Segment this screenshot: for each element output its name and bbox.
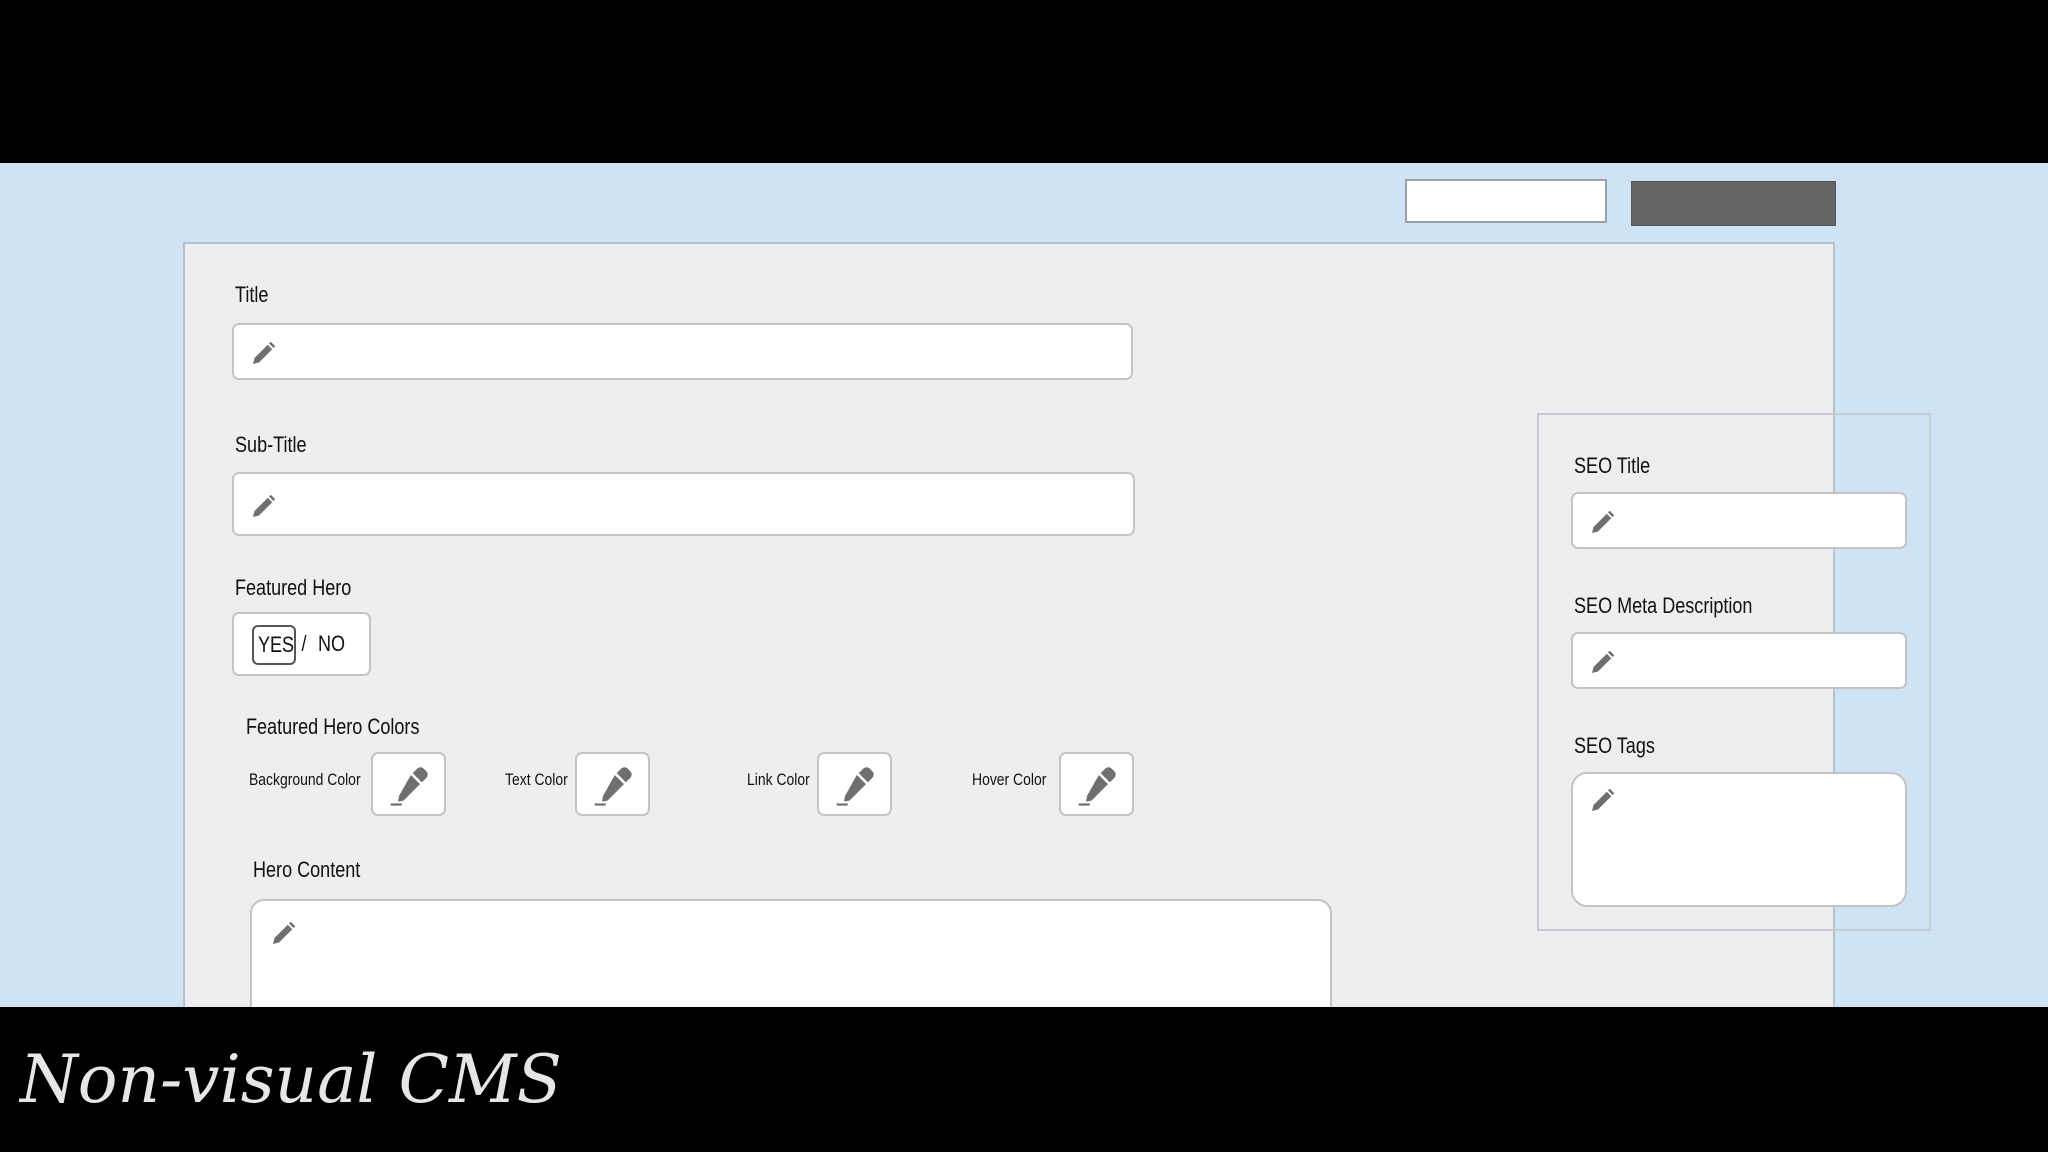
pencil-icon bbox=[1592, 788, 1615, 811]
pencil-icon bbox=[1592, 650, 1615, 673]
hero-content-label: Hero Content bbox=[253, 857, 361, 882]
subtitle-input[interactable] bbox=[232, 472, 1135, 536]
hover-color-label: Hover Color bbox=[972, 770, 1047, 789]
featured-hero-colors-label: Featured Hero Colors bbox=[246, 714, 420, 739]
seo-tags-label: SEO Tags bbox=[1574, 733, 1655, 758]
top-letterbox bbox=[0, 0, 2048, 163]
eyedropper-icon bbox=[836, 767, 874, 806]
hero-content-textarea[interactable] bbox=[250, 899, 1332, 1007]
title-label: Title bbox=[235, 282, 269, 307]
header-action-button[interactable] bbox=[1631, 181, 1836, 226]
pencil-icon bbox=[253, 341, 276, 364]
eyedropper-icon bbox=[390, 767, 428, 806]
pencil-icon bbox=[253, 494, 276, 517]
background-color-label: Background Color bbox=[249, 770, 361, 789]
edit-form-panel: Title Sub-Title Featured Hero YES / NO F… bbox=[183, 242, 1931, 1007]
seo-title-input[interactable] bbox=[1571, 492, 1907, 549]
eyedropper-icon bbox=[594, 767, 632, 806]
header-search-input[interactable] bbox=[1405, 179, 1607, 223]
pencil-icon bbox=[273, 921, 296, 944]
toggle-separator: / bbox=[301, 631, 307, 656]
toggle-no-option[interactable]: NO bbox=[318, 626, 345, 662]
text-color-label: Text Color bbox=[505, 770, 568, 789]
eyedropper-icon bbox=[1078, 767, 1116, 806]
video-caption: Non-visual CMS bbox=[20, 1041, 562, 1118]
cms-stage: Title Sub-Title Featured Hero YES / NO F… bbox=[0, 163, 2048, 1007]
seo-section: SEO Title SEO Meta Description SEO Tags bbox=[1537, 413, 1931, 931]
link-color-label: Link Color bbox=[747, 770, 810, 789]
text-color-picker[interactable] bbox=[575, 752, 650, 816]
background-color-picker[interactable] bbox=[371, 752, 446, 816]
seo-tags-textarea[interactable] bbox=[1571, 772, 1907, 907]
seo-meta-description-label: SEO Meta Description bbox=[1574, 593, 1753, 618]
seo-title-label: SEO Title bbox=[1574, 453, 1651, 478]
featured-hero-toggle[interactable]: YES / NO bbox=[232, 612, 371, 676]
link-color-picker[interactable] bbox=[817, 752, 892, 816]
featured-hero-label: Featured Hero bbox=[235, 575, 352, 600]
title-input[interactable] bbox=[232, 323, 1133, 380]
subtitle-label: Sub-Title bbox=[235, 432, 307, 457]
toggle-yes-option[interactable]: YES bbox=[252, 625, 296, 665]
pencil-icon bbox=[1592, 510, 1615, 533]
seo-meta-description-input[interactable] bbox=[1571, 632, 1907, 689]
hover-color-picker[interactable] bbox=[1059, 752, 1134, 816]
